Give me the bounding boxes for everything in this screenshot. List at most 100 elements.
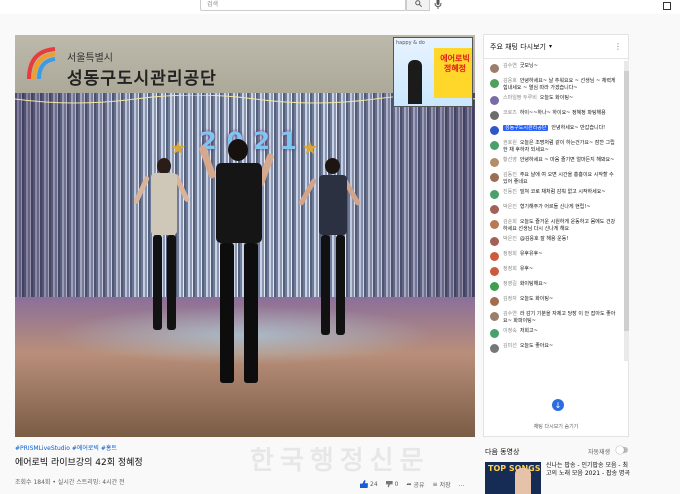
avatar[interactable] xyxy=(490,220,499,229)
like-button[interactable]: 24 xyxy=(360,480,378,488)
chat-author[interactable]: 김동진 xyxy=(503,172,517,178)
chat-message: 진동진 밀쳐 코로 채처럼 감춰 없고 시작하세요~ xyxy=(484,187,624,202)
thumbnail-caption: happy & do xyxy=(396,40,425,46)
dislike-button[interactable]: 0 xyxy=(385,480,399,488)
chat-message-body: 정정희 유후~ xyxy=(503,266,533,273)
chevron-down-icon: ▾ xyxy=(548,43,552,50)
chat-message-body: 김수연 굿모닝~ xyxy=(503,63,538,70)
live-chat-panel: 주요 채팅 다시보기 ▾ ⋮ 김수연 굿모닝~ 김응호 안녕하세요~ 날 추워요요 ~… xyxy=(483,34,629,437)
chat-scrollbar[interactable] xyxy=(624,61,629,361)
chat-author[interactable]: 황선영 xyxy=(503,157,517,163)
chat-message-body: 스마일짱 두루비 오늘도 화이팅~ xyxy=(503,95,573,102)
chat-text: 하이~~하나~ 하이요~ 정혜정 파팅해용 xyxy=(519,110,606,116)
avatar[interactable] xyxy=(490,79,499,88)
avatar[interactable] xyxy=(490,190,499,199)
chat-message: 이정숙 저희고~ xyxy=(484,326,624,341)
chat-author[interactable]: 정정희 xyxy=(503,266,517,272)
avatar[interactable] xyxy=(490,344,499,353)
chat-message-body: 이정숙 저희고~ xyxy=(503,328,538,335)
next-video-title[interactable]: 신나는 팝송 - 인기팝송 모음 - 최고의 노래 모음 2021 - 팝송 명… xyxy=(546,462,631,478)
chat-message: 정영길 화이팅해요~ xyxy=(484,279,624,294)
chat-author[interactable]: 김정자 xyxy=(503,296,517,302)
top-bar: 검색 xyxy=(0,0,680,14)
chat-author[interactable]: 김수연 xyxy=(503,311,517,317)
share-button[interactable]: ➦ 공유 xyxy=(406,480,424,489)
chat-message-body: 박은진 형기해주가 어르들 신나게 현립!~ xyxy=(503,204,591,211)
chat-author[interactable]: 박은진 xyxy=(503,204,517,210)
chat-message-body: 김수연 라 감기 기분을 자제고 당장 이 안 잡아도 좋아요~ 화파이팅~ xyxy=(503,311,618,324)
avatar[interactable] xyxy=(490,297,499,306)
chat-scrollbar-thumb[interactable] xyxy=(624,71,629,331)
avatar[interactable] xyxy=(490,267,499,276)
thumbnail-person xyxy=(408,60,422,104)
microphone-icon[interactable] xyxy=(434,0,442,9)
chat-message: 권호원 오늘은 조명처럼 같이 하는건가요~ 잠깐 그립 한 채 후하자 되세요~ xyxy=(484,138,624,155)
chat-text: 오늘도 좋아요~ xyxy=(519,343,554,349)
chat-message-body: 성동구도시관리공단 안녕하세요~ 반갑습니다! xyxy=(503,125,605,132)
autoplay-toggle[interactable] xyxy=(616,446,628,454)
chat-message-body: 코로즈 하이~~하나~ 하이요~ 정혜정 파팅해용 xyxy=(503,110,606,117)
search-icon xyxy=(414,0,422,7)
avatar[interactable] xyxy=(490,173,499,182)
chat-author[interactable]: 이정숙 xyxy=(503,328,517,334)
chat-author[interactable]: 김응호 xyxy=(503,78,517,84)
more-actions-button[interactable]: … xyxy=(459,481,465,488)
chat-text: @김응호 잘 해용 운동! xyxy=(519,236,569,242)
avatar[interactable] xyxy=(490,282,499,291)
avatar[interactable] xyxy=(490,96,499,105)
chat-author[interactable]: 김미선 xyxy=(503,343,517,349)
chat-author[interactable]: 성동구도시관리공단 xyxy=(503,125,549,131)
dancer-center xyxy=(198,135,280,395)
star-balloon-icon xyxy=(171,141,185,155)
chat-text: 화이팅해요~ xyxy=(519,281,548,287)
dislike-count: 0 xyxy=(394,480,399,488)
chat-author[interactable]: 코로즈 xyxy=(503,110,517,116)
avatar[interactable] xyxy=(490,126,499,135)
chat-author[interactable]: 진동진 xyxy=(503,189,517,195)
chat-message: 박은진 @김응호 잘 해용 운동! xyxy=(484,234,624,249)
chat-author[interactable]: 정영길 xyxy=(503,281,517,287)
chat-author[interactable]: 정정희 xyxy=(503,251,517,257)
chat-message-body: 김순희 오늘도 즐거운 시원하게 운동하고 몸에도 건강하세요 선생님 다시 신나… xyxy=(503,219,618,232)
avatar[interactable] xyxy=(490,329,499,338)
chat-message: 정정희 유후유후~ xyxy=(484,249,624,264)
video-title: 에어로빅 라이브강의 42회 정혜정 xyxy=(15,458,143,468)
chat-author[interactable]: 김순희 xyxy=(503,219,517,225)
avatar[interactable] xyxy=(490,312,499,321)
save-label: 저장 xyxy=(439,481,451,489)
chat-message-body: 정정희 유후유후~ xyxy=(503,251,542,258)
chat-author[interactable]: 박은진 xyxy=(503,236,517,242)
arrow-down-icon: ↓ xyxy=(554,400,562,410)
hide-chat-replay-button[interactable]: 채팅 다시보기 숨기기 xyxy=(484,423,628,430)
avatar[interactable] xyxy=(490,205,499,214)
chat-message-body: 진동진 밀쳐 코로 채처럼 감춰 없고 시작하세요~ xyxy=(503,189,606,196)
save-button[interactable]: ≡ 저장 xyxy=(433,480,451,489)
chat-message-body: 정영길 화이팅해요~ xyxy=(503,281,547,288)
chat-author[interactable]: 스마일짱 두루비 xyxy=(503,95,537,101)
chat-message: 김응호 안녕하세요~ 날 추워요요 ~ 선생님 ~ 체력게 힘내세요 ~ 열심 따… xyxy=(484,76,624,93)
avatar[interactable] xyxy=(490,111,499,120)
avatar[interactable] xyxy=(490,141,499,150)
hashtag-links[interactable]: #PRISMLiveStudio #에어로빅 #홍트 xyxy=(15,443,117,452)
window-icon[interactable] xyxy=(663,2,671,10)
chat-message-body: 김동진 주요 날에 여 오면 시간을 흥흥이요 시작할 수 있어 좋네요 xyxy=(503,172,618,185)
chat-text: 오늘도 즐거운 시원하게 운동하고 몸에도 건강하세요 선생님 다시 신나게 해… xyxy=(503,219,616,232)
avatar[interactable] xyxy=(490,64,499,73)
chat-message: 김정자 오늘도 화이팅~ xyxy=(484,294,624,309)
avatar[interactable] xyxy=(490,237,499,246)
logo-line-1: 서울특별시 xyxy=(67,53,113,64)
chat-author[interactable]: 권호원 xyxy=(503,140,517,146)
video-player[interactable]: 서울특별시 성동구도시관리공단 2021 happy & do 에어로빅 정혜정 xyxy=(15,35,475,437)
chat-message: 성동구도시관리공단 안녕하세요~ 반갑습니다! xyxy=(484,123,624,138)
chat-header[interactable]: 주요 채팅 다시보기 ▾ ⋮ xyxy=(484,35,628,59)
chat-author[interactable]: 김수연 xyxy=(503,63,517,69)
chat-text: 오늘은 조명처럼 같이 하는건가요~ 잠깐 그립 한 채 후하자 되세요~ xyxy=(503,140,615,153)
thumbs-up-icon xyxy=(360,480,368,488)
next-video-thumbnail[interactable]: TOP SONGS xyxy=(485,462,541,494)
avatar[interactable] xyxy=(490,252,499,261)
avatar[interactable] xyxy=(490,158,499,167)
scroll-down-button[interactable]: ↓ xyxy=(552,399,564,411)
search-input[interactable]: 검색 xyxy=(200,0,406,11)
search-button[interactable] xyxy=(406,0,430,11)
more-options-icon[interactable]: ⋮ xyxy=(614,42,622,51)
